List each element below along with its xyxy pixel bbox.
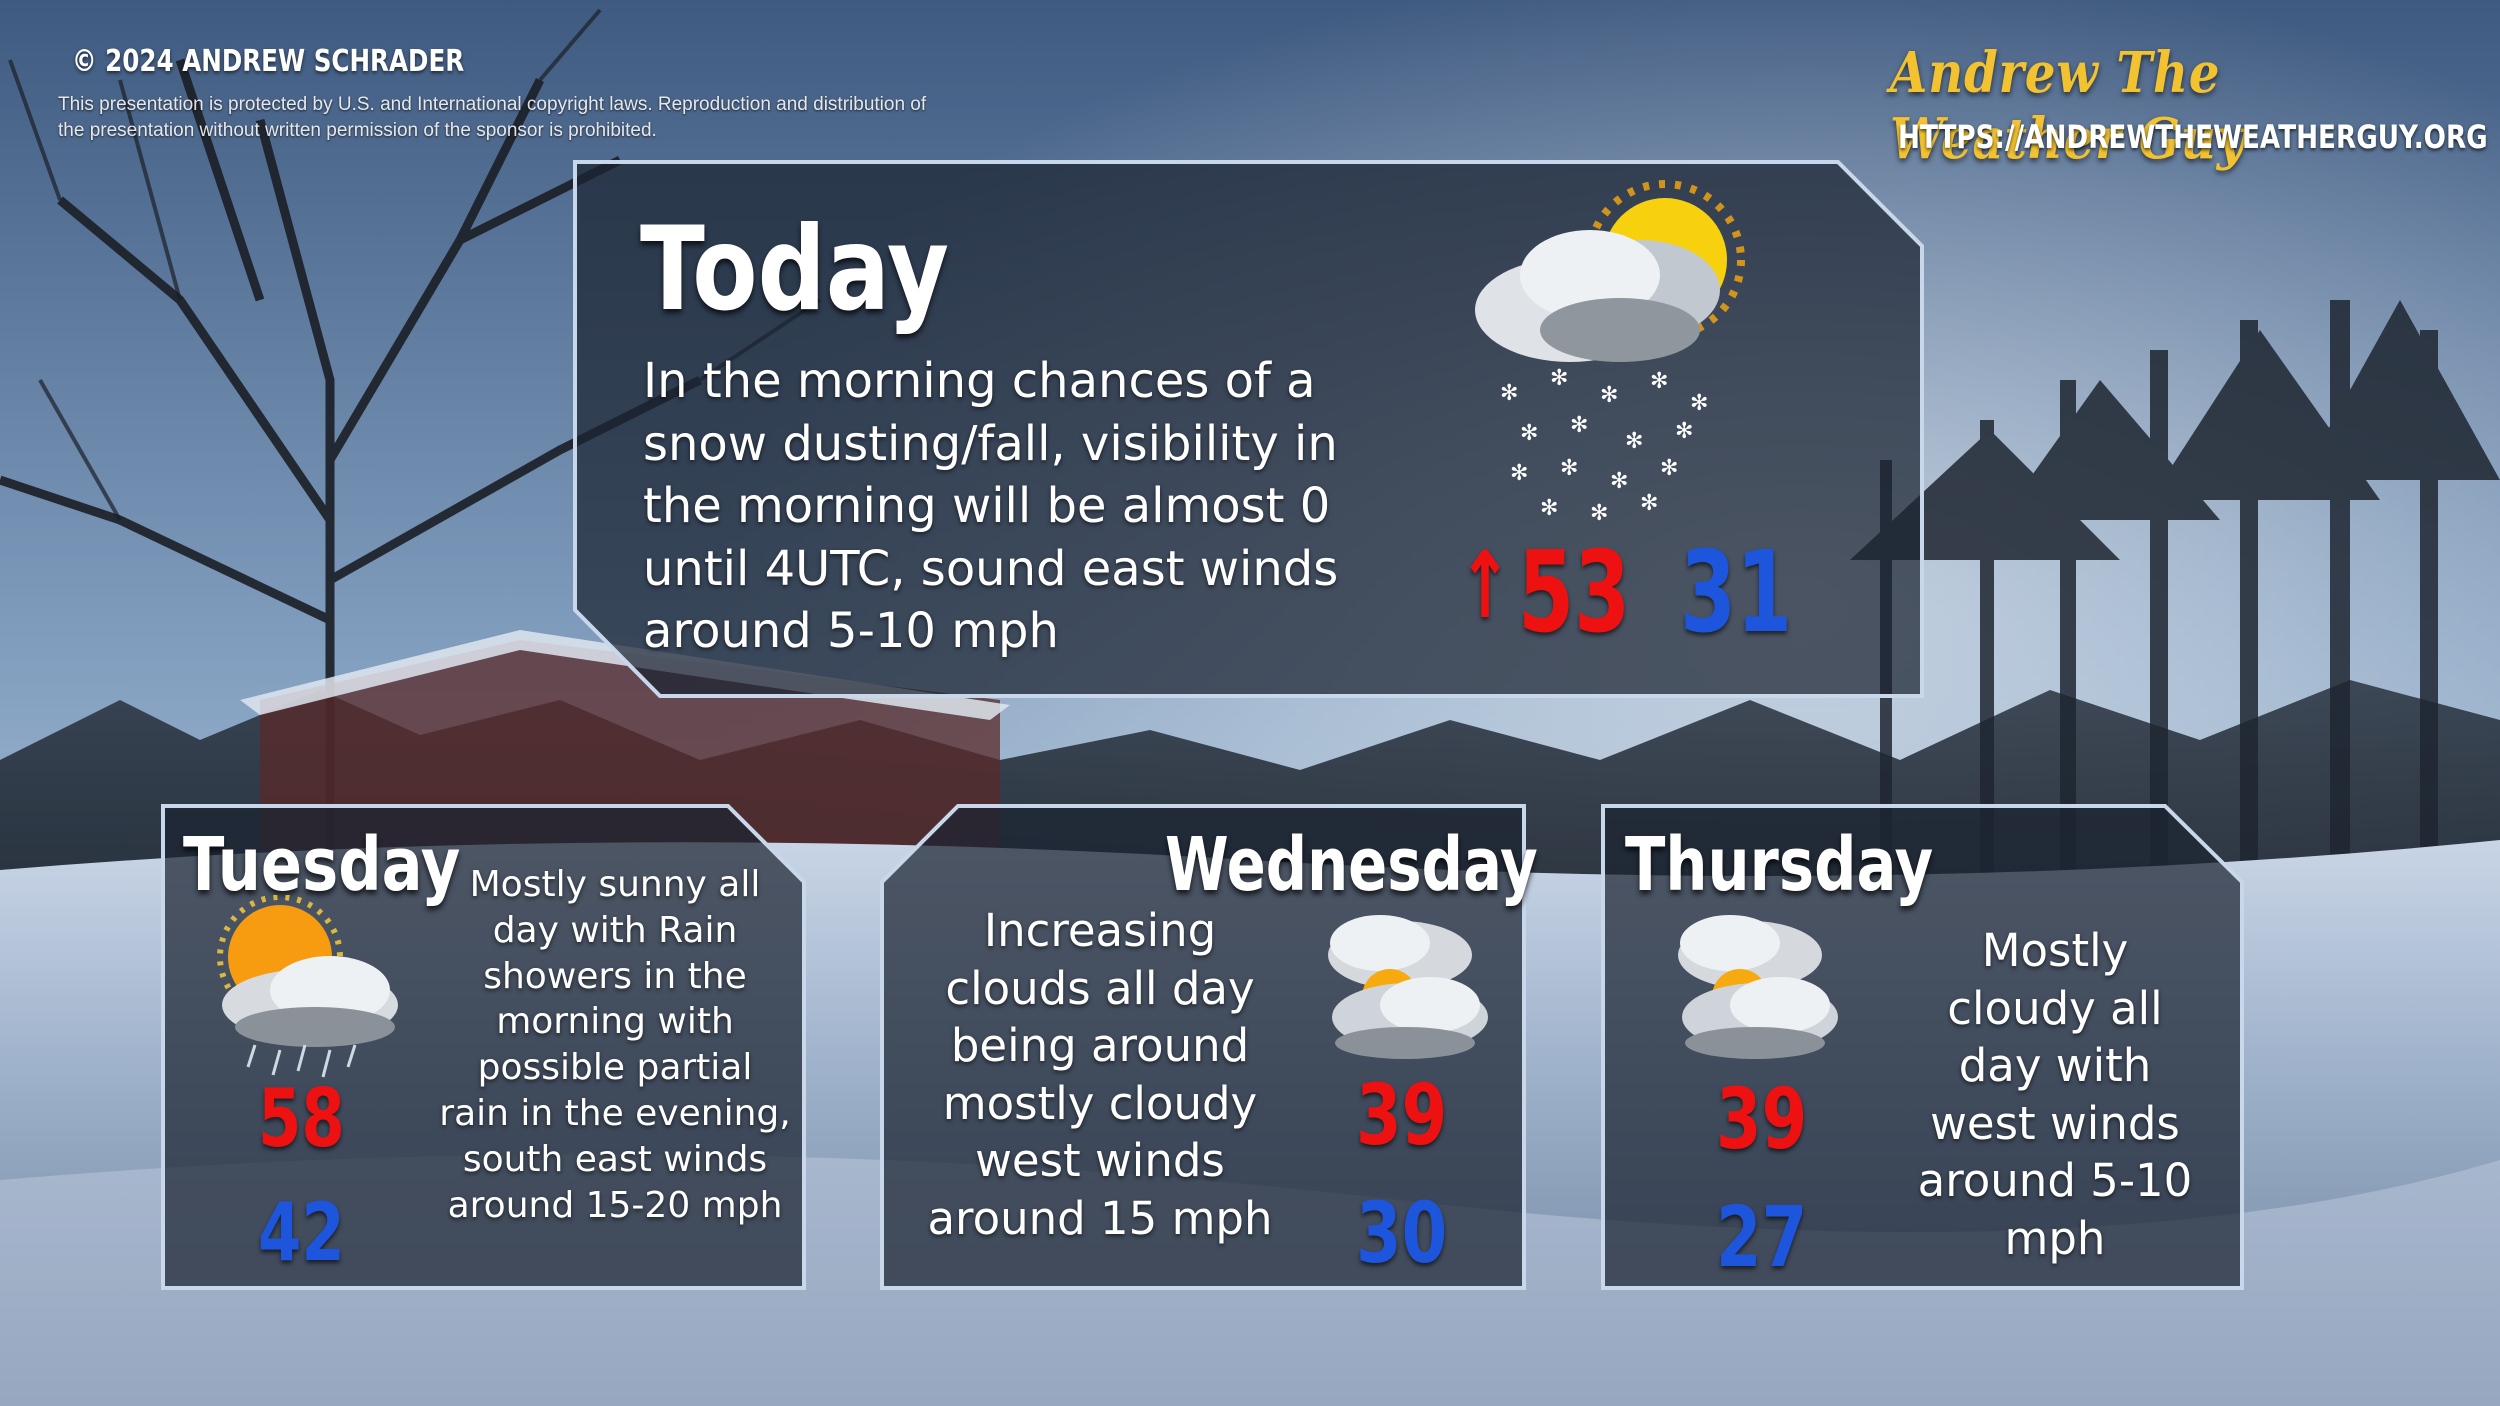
wednesday-description-line: Increasing [983, 904, 1217, 957]
svg-text:✻: ✻ [1540, 496, 1558, 521]
svg-text:✻: ✻ [1690, 391, 1708, 416]
svg-text:✻: ✻ [1550, 366, 1568, 391]
tuesday-description-line: possible partial [477, 1047, 753, 1089]
today-description: In the morning chances of a snow dusting… [643, 350, 1338, 663]
tuesday-description-line: rain in the evening, [439, 1092, 791, 1134]
today-description-line: until 4UTC, sound east winds [643, 540, 1339, 597]
today-description-line: around 5-10 mph [643, 603, 1059, 659]
today-description-line: the morning will be almost 0 [643, 478, 1331, 534]
svg-text:✻: ✻ [1520, 421, 1538, 446]
svg-text:✻: ✻ [1510, 461, 1528, 486]
wednesday-description-line: mostly cloudy [942, 1076, 1258, 1130]
tuesday-description-line: morning with [496, 1001, 734, 1043]
wednesday-high-temp: 39 [1356, 1066, 1448, 1164]
wednesday-low-temp: 30 [1356, 1184, 1448, 1282]
thursday-description-line: cloudy all [1947, 981, 2163, 1035]
trend-up-arrow-icon: ↑ [1458, 532, 1512, 639]
svg-text:✻: ✻ [1660, 456, 1678, 481]
tuesday-description-line: Mostly sunny all [469, 864, 761, 905]
thursday-description-line: Mostly [1981, 924, 2129, 977]
snow-sun-icon: ✻✻✻ ✻✻✻ ✻✻ ✻ ✻ ✻✻ ✻✻ ✻ ✻ [1475, 180, 1745, 526]
svg-text:✻: ✻ [1600, 383, 1618, 408]
today-low-temp: 31 [1680, 528, 1793, 658]
tuesday-description-line: around 15-20 mph [447, 1184, 783, 1226]
tuesday-high-temp: 58 [258, 1072, 345, 1165]
sun-rain-cloud-icon [217, 895, 398, 1078]
mostly-cloudy-icon [1678, 915, 1838, 1059]
thursday-description-line: around 5-10 [1917, 1154, 2193, 1208]
wednesday-description: Increasing clouds all day being around m… [905, 902, 1295, 1248]
svg-text:✻: ✻ [1500, 381, 1518, 406]
today-high-temp: 53 [1518, 528, 1631, 658]
svg-text:✻: ✻ [1640, 491, 1658, 516]
tuesday-description-line: south east winds [462, 1138, 768, 1180]
svg-text:✻: ✻ [1560, 456, 1578, 481]
thursday-description-line: mph [2004, 1211, 2106, 1265]
svg-text:✻: ✻ [1610, 469, 1628, 494]
thursday-low-temp: 27 [1716, 1188, 1808, 1286]
tuesday-description: Mostly sunny all day with Rain showers i… [430, 862, 800, 1228]
wednesday-description-line: west winds [975, 1134, 1225, 1188]
svg-text:✻: ✻ [1650, 369, 1668, 394]
thursday-title: Thursday [1625, 822, 1934, 908]
svg-text:✻: ✻ [1625, 429, 1643, 454]
tuesday-description-line: day with Rain [492, 909, 738, 951]
tuesday-description-line: showers in the [483, 955, 747, 997]
thursday-high-temp: 39 [1716, 1070, 1808, 1168]
svg-text:✻: ✻ [1590, 501, 1608, 526]
svg-text:✻: ✻ [1675, 419, 1693, 444]
thursday-description: Mostly cloudy all day with west winds ar… [1880, 922, 2230, 1268]
today-title: Today [640, 202, 949, 337]
tuesday-low-temp: 42 [258, 1186, 345, 1279]
today-description-line: In the morning chances of a [643, 353, 1316, 409]
wednesday-description-line: clouds all day [945, 961, 1255, 1015]
thursday-description-line: west winds [1930, 1096, 2180, 1150]
wednesday-title: Wednesday [1165, 822, 1538, 908]
svg-text:✻: ✻ [1570, 413, 1588, 438]
today-description-line: snow dusting/fall, visibility in [643, 415, 1338, 472]
wednesday-description-line: being around [950, 1019, 1250, 1073]
mostly-cloudy-icon [1328, 915, 1488, 1059]
wednesday-description-line: around 15 mph [927, 1191, 1273, 1245]
thursday-description-line: day with [1958, 1039, 2152, 1093]
